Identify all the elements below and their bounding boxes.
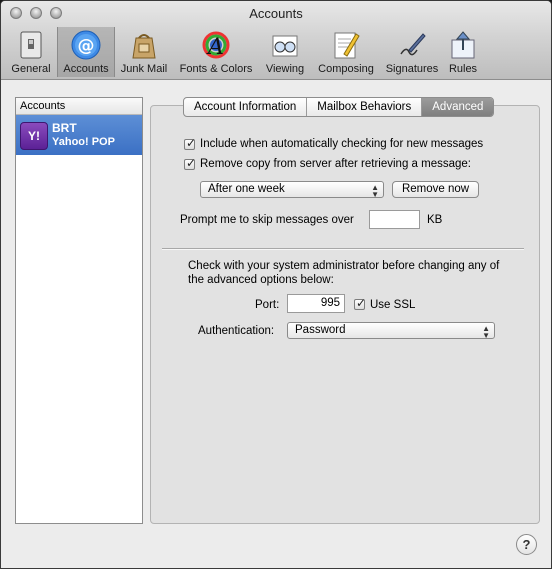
authentication-value: Password: [295, 324, 346, 336]
use-ssl-checkbox[interactable]: ✓: [354, 296, 367, 310]
toolbar-junk-mail[interactable]: Junk Mail: [115, 27, 173, 77]
toolbar-viewing[interactable]: Viewing: [259, 27, 311, 77]
toolbar-general[interactable]: General: [5, 27, 57, 77]
sidebar-header: Accounts: [16, 98, 142, 115]
authentication-label: Authentication:: [198, 325, 275, 337]
svg-text:@: @: [78, 36, 95, 56]
toolbar-fonts-colors[interactable]: A Fonts & Colors: [173, 27, 259, 77]
preferences-window: Accounts General @ Accounts Junk Mail A …: [0, 0, 552, 569]
skip-prompt-label: Prompt me to skip messages over: [180, 214, 354, 226]
popup-arrows-icon: ▲ ▼: [371, 183, 379, 199]
toolbar-signatures[interactable]: Signatures: [381, 27, 443, 77]
checkmark-icon: ✓: [356, 296, 367, 310]
pencil-paper-icon: [330, 30, 362, 60]
account-type: Yahoo! POP: [52, 136, 115, 148]
section-divider: [162, 248, 524, 250]
yahoo-icon: Y!: [20, 122, 48, 150]
tab-bar: Account Information Mailbox Behaviors Ad…: [183, 97, 495, 117]
font-colors-icon: A: [200, 30, 232, 60]
toolbar-accounts[interactable]: @ Accounts: [57, 27, 115, 77]
toolbar-rules[interactable]: Rules: [443, 27, 483, 77]
port-label: Port:: [255, 299, 280, 311]
window-title: Accounts: [249, 6, 303, 21]
popup-arrows-icon: ▲ ▼: [482, 324, 490, 340]
toolbar: Accounts General @ Accounts Junk Mail A …: [1, 1, 551, 80]
rules-icon: [447, 30, 479, 60]
accounts-sidebar: Accounts Y! BRT Yahoo! POP: [15, 97, 143, 524]
remove-now-button[interactable]: Remove now: [392, 181, 479, 198]
help-button[interactable]: ?: [516, 534, 537, 555]
account-name: BRT: [52, 121, 77, 135]
remove-after-value: After one week: [208, 183, 285, 195]
remove-after-popup[interactable]: After one week ▲ ▼: [200, 181, 384, 199]
port-field[interactable]: 995: [287, 294, 345, 313]
skip-size-field[interactable]: [369, 210, 420, 229]
checkmark-icon: ✓: [186, 136, 197, 150]
tab-account-information[interactable]: Account Information: [184, 98, 308, 116]
remove-copy-label: Remove copy from server after retrieving…: [200, 158, 471, 170]
include-auto-check-checkbox[interactable]: ✓: [184, 136, 197, 150]
tab-advanced[interactable]: Advanced: [422, 98, 494, 116]
checkmark-icon: ✓: [186, 156, 197, 170]
admin-note: Check with your system administrator bef…: [188, 260, 500, 286]
svg-text:A: A: [206, 35, 224, 60]
remove-copy-checkbox[interactable]: ✓: [184, 156, 197, 170]
switch-icon: [15, 30, 47, 60]
authentication-popup[interactable]: Password ▲ ▼: [287, 322, 495, 340]
junk-bag-icon: [128, 30, 160, 60]
signature-pen-icon: [396, 30, 428, 60]
skip-unit-label: KB: [427, 214, 443, 226]
include-auto-check-label: Include when automatically checking for …: [200, 138, 484, 150]
at-sign-icon: @: [70, 30, 102, 60]
use-ssl-label: Use SSL: [370, 299, 416, 311]
glasses-icon: [269, 30, 301, 60]
account-row-brt[interactable]: Y! BRT Yahoo! POP: [16, 115, 142, 155]
toolbar-composing[interactable]: Composing: [311, 27, 381, 77]
tab-mailbox-behaviors[interactable]: Mailbox Behaviors: [307, 98, 423, 116]
